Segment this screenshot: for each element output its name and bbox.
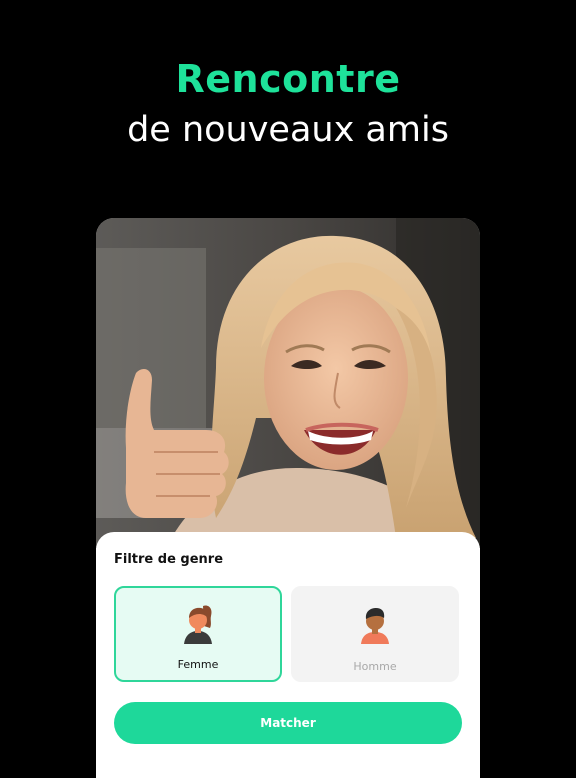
- gender-option-label: Homme: [353, 660, 397, 673]
- gender-option-homme[interactable]: Homme: [291, 586, 459, 682]
- app-preview-card: Filtre de genre Femme Homme Matcher: [96, 218, 480, 778]
- gender-option-femme[interactable]: Femme: [114, 586, 282, 682]
- gender-option-label: Femme: [177, 658, 219, 671]
- headline-accent: Rencontre: [175, 57, 401, 101]
- profile-photo: [96, 218, 480, 548]
- sheet-title: Filtre de genre: [114, 552, 224, 567]
- woman-avatar-icon: [184, 605, 212, 644]
- headline: Rencontre de nouveaux amis: [0, 56, 576, 156]
- man-avatar-icon: [361, 608, 389, 644]
- headline-subtitle: de nouveaux amis: [127, 110, 449, 150]
- smiling-woman-thumbs-up-photo: [96, 218, 480, 548]
- match-button[interactable]: Matcher: [114, 702, 462, 744]
- gender-filter-sheet: Filtre de genre Femme Homme Matcher: [96, 532, 480, 778]
